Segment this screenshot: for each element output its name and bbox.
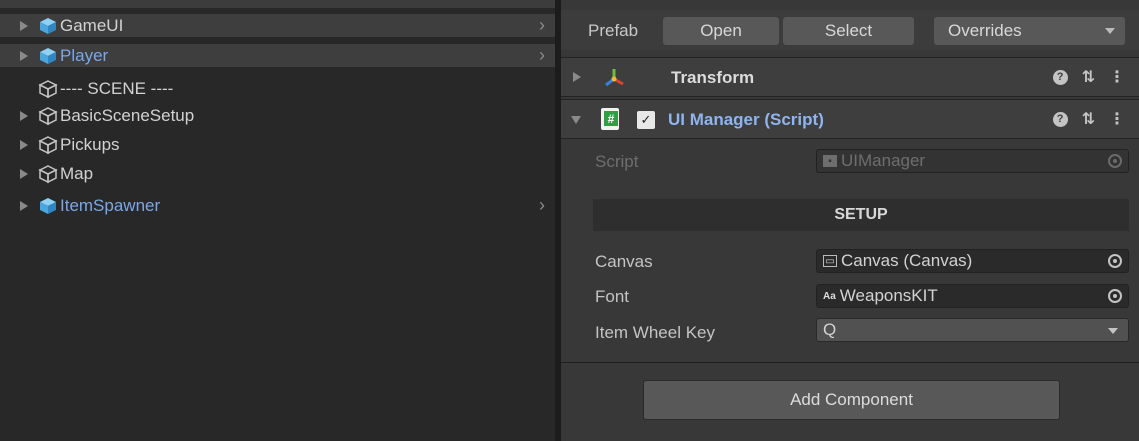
gameobject-cube-icon xyxy=(38,106,58,125)
font-field-value: WeaponsKIT xyxy=(839,286,938,305)
more-options-icon[interactable]: ⋮ xyxy=(1109,67,1125,87)
object-picker-icon[interactable] xyxy=(1108,289,1122,303)
hierarchy-item-gameui[interactable]: GameUI › xyxy=(0,14,555,37)
more-options-icon[interactable]: ⋮ xyxy=(1109,109,1125,129)
item-wheel-key-value: Q xyxy=(823,320,837,339)
expand-arrow-icon[interactable] xyxy=(20,110,28,121)
prefab-label: Prefab xyxy=(588,21,639,40)
script-asset-icon: ▪ xyxy=(823,155,837,167)
transform-component-header[interactable]: Transform ? ⇅ ⋮ xyxy=(561,57,1139,97)
hierarchy-item-label: Pickups xyxy=(60,134,120,154)
canvas-field-label: Canvas xyxy=(595,252,653,271)
hierarchy-scrolled-row xyxy=(0,0,555,8)
prefab-select-button[interactable]: Select xyxy=(783,17,914,45)
inspector-panel: Prefab Open Select Overrides Transform ?… xyxy=(561,0,1139,441)
uimanager-component-header[interactable]: # ✓ UI Manager (Script) ? ⇅ ⋮ xyxy=(561,99,1139,139)
item-wheel-key-dropdown[interactable]: Q xyxy=(816,318,1129,342)
gameobject-cube-icon xyxy=(38,135,58,154)
hierarchy-item-label: ---- SCENE ---- xyxy=(60,78,174,98)
hierarchy-item-label: ItemSpawner xyxy=(60,195,161,215)
hierarchy-item-itemspawner[interactable]: ItemSpawner › xyxy=(0,194,555,217)
expand-arrow-icon[interactable] xyxy=(20,50,28,61)
hierarchy-panel: GameUI › Player › ---- SCENE ---- BasicS… xyxy=(0,0,555,441)
help-icon[interactable]: ? xyxy=(1052,111,1068,127)
prefab-cube-icon xyxy=(40,47,56,64)
object-picker-icon xyxy=(1108,154,1122,168)
foldout-arrow-icon[interactable] xyxy=(573,72,581,82)
transform-gizmo-icon xyxy=(605,69,624,87)
foldout-arrow-icon[interactable] xyxy=(571,116,581,124)
prefab-cube-icon xyxy=(40,17,56,34)
script-field-label: Script xyxy=(595,152,639,171)
font-field-label: Font xyxy=(595,287,630,306)
transform-title: Transform xyxy=(671,68,755,87)
prefab-open-button[interactable]: Open xyxy=(663,17,779,45)
canvas-field-value: Canvas (Canvas) xyxy=(841,251,973,270)
hierarchy-item-pickups[interactable]: Pickups xyxy=(0,133,555,156)
hierarchy-item-label: BasicSceneSetup xyxy=(60,105,195,125)
item-wheel-key-label: Item Wheel Key xyxy=(595,323,715,342)
setup-section-header: SETUP xyxy=(593,199,1129,231)
expand-arrow-icon[interactable] xyxy=(20,200,28,211)
script-field-value: UIManager xyxy=(841,151,926,170)
dropdown-caret-icon xyxy=(1105,28,1115,34)
hierarchy-item-map[interactable]: Map xyxy=(0,162,555,185)
canvas-object-field[interactable]: ▭ Canvas (Canvas) xyxy=(816,249,1129,273)
preset-icon[interactable]: ⇅ xyxy=(1082,109,1095,129)
hierarchy-item-scene-separator[interactable]: ---- SCENE ---- xyxy=(0,77,555,100)
component-enabled-checkbox[interactable]: ✓ xyxy=(637,111,655,129)
font-object-field[interactable]: Aa WeaponsKIT xyxy=(816,284,1129,308)
prefab-overrides-dropdown[interactable]: Overrides xyxy=(934,17,1125,45)
expand-arrow-icon[interactable] xyxy=(20,20,28,31)
gameobject-cube-icon xyxy=(38,79,58,98)
script-object-field: ▪ UIManager xyxy=(816,149,1129,173)
chevron-right-icon[interactable]: › xyxy=(539,195,545,216)
hierarchy-item-label: GameUI xyxy=(60,15,124,35)
hierarchy-item-basicscenesetup[interactable]: BasicSceneSetup xyxy=(0,104,555,127)
canvas-icon: ▭ xyxy=(823,255,837,267)
object-picker-icon[interactable] xyxy=(1108,254,1122,268)
uimanager-title: UI Manager (Script) xyxy=(668,110,824,129)
preset-icon[interactable]: ⇅ xyxy=(1082,67,1095,87)
expand-arrow-icon[interactable] xyxy=(20,139,28,150)
overrides-label: Overrides xyxy=(948,21,1022,40)
chevron-right-icon[interactable]: › xyxy=(539,45,545,66)
component-icons: ? ⇅ ⋮ xyxy=(1052,109,1125,129)
hierarchy-item-player[interactable]: Player › xyxy=(0,44,555,67)
prefab-cube-icon xyxy=(40,197,56,214)
font-icon: Aa xyxy=(823,290,836,302)
csharp-script-icon: # xyxy=(601,108,623,132)
hierarchy-item-label: Map xyxy=(60,163,94,183)
chevron-right-icon[interactable]: › xyxy=(539,15,545,36)
hierarchy-item-label: Player xyxy=(60,45,109,65)
prefab-toolbar: Prefab Open Select Overrides xyxy=(561,10,1139,50)
help-icon[interactable]: ? xyxy=(1052,69,1068,85)
component-separator xyxy=(561,362,1139,363)
dropdown-caret-icon xyxy=(1108,328,1118,334)
expand-arrow-icon[interactable] xyxy=(20,168,28,179)
gameobject-cube-icon xyxy=(38,164,58,183)
component-icons: ? ⇅ ⋮ xyxy=(1052,67,1125,87)
add-component-button[interactable]: Add Component xyxy=(643,380,1060,420)
